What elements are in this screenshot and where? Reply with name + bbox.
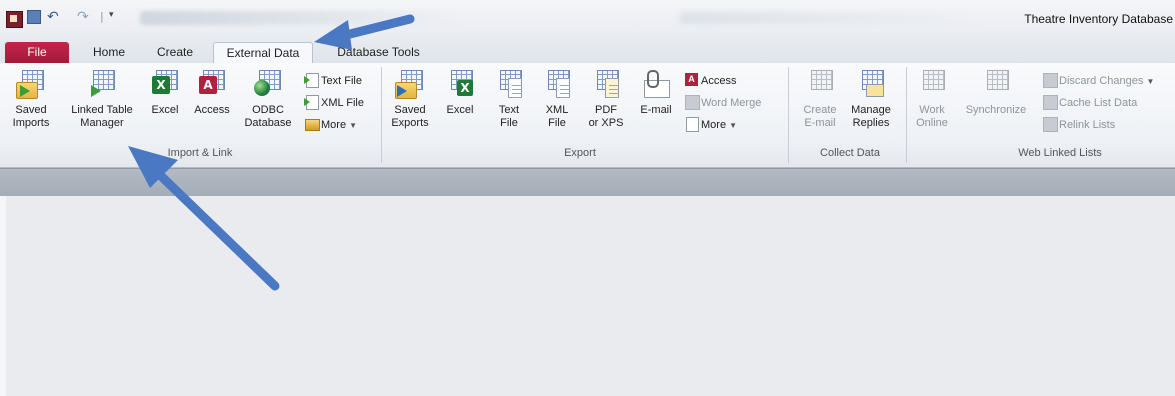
linked-table-manager-button[interactable]: Linked Table Manager (60, 70, 144, 130)
word-merge-button[interactable]: Word Merge (684, 94, 761, 112)
cache-list-data-label: Cache List Data (1059, 97, 1138, 109)
import-text-file-button[interactable]: Text File (304, 72, 362, 90)
relink-lists-icon (1042, 117, 1058, 132)
workspace-area (0, 196, 1175, 396)
tab-home[interactable]: Home (80, 42, 138, 63)
workspace-left-edge (0, 196, 6, 396)
import-text-file-label: Text File (321, 75, 362, 87)
export-pdf-xps-button[interactable]: PDF or XPS (584, 70, 628, 130)
import-more-button[interactable]: More ▼ (304, 116, 357, 134)
saved-imports-label-1: Saved (15, 104, 47, 116)
create-email-button[interactable]: Create E-mail (798, 70, 842, 130)
linked-table-manager-label-1: Linked Table (71, 104, 133, 116)
import-xml-file-label: XML File (321, 97, 364, 109)
discard-changes-button[interactable]: Discard Changes ▼ (1042, 72, 1154, 90)
tab-create[interactable]: Create (146, 42, 204, 63)
chevron-down-icon: ▼ (729, 121, 738, 130)
synchronize-label: Synchronize (965, 104, 1027, 116)
saved-imports-label-2: Imports (12, 117, 50, 129)
discard-changes-icon (1042, 73, 1058, 88)
manage-replies-button[interactable]: Manage Replies (846, 70, 896, 130)
odbc-database-button[interactable]: ODBC Database (240, 70, 296, 130)
access-icon: A (684, 73, 699, 87)
discard-changes-label: Discard Changes (1059, 75, 1144, 87)
saved-exports-label-2: Exports (391, 117, 429, 129)
customize-qat-icon[interactable]: ▾ (109, 10, 123, 24)
cache-list-data-button[interactable]: Cache List Data (1042, 94, 1137, 112)
more-icon (304, 117, 320, 131)
create-email-label-2: E-mail (804, 117, 836, 129)
work-online-label-1: Work (919, 104, 945, 116)
export-pdf-label-1: PDF (595, 104, 617, 116)
xml-file-icon (304, 95, 319, 110)
import-excel-label: Excel (151, 104, 179, 116)
group-label-collect-data: Collect Data (820, 147, 880, 159)
import-more-label: More (321, 119, 347, 131)
import-excel-button[interactable]: X Excel (146, 70, 184, 117)
work-online-label-2: Online (916, 117, 948, 129)
group-divider (381, 67, 382, 163)
cache-list-data-icon (1042, 95, 1058, 110)
linked-table-manager-label-2: Manager (80, 117, 124, 129)
chevron-down-icon: ▼ (1146, 77, 1155, 86)
saved-exports-button[interactable]: Saved Exports (388, 70, 432, 130)
group-label-import-link: Import & Link (167, 147, 233, 159)
export-xml-file-button[interactable]: XML File (538, 70, 576, 130)
relink-lists-button[interactable]: Relink Lists (1042, 116, 1115, 134)
export-text-label-1: Text (498, 104, 520, 116)
ribbon: Saved Imports Linked Table Manager X Exc… (0, 63, 1175, 168)
odbc-label-2: Database (244, 117, 292, 129)
relink-lists-label: Relink Lists (1059, 119, 1116, 131)
group-label-web-linked-lists: Web Linked Lists (1018, 147, 1102, 159)
saved-exports-label-1: Saved (394, 104, 426, 116)
import-xml-file-button[interactable]: XML File (304, 94, 364, 112)
export-xml-label-1: XML (545, 104, 569, 116)
export-text-label-2: File (500, 117, 518, 129)
manage-replies-label-1: Manage (851, 104, 891, 116)
message-bar-strip (0, 168, 1175, 197)
create-email-label-1: Create (803, 104, 837, 116)
tab-database-tools[interactable]: Database Tools (326, 42, 431, 63)
blurred-title-region (680, 12, 980, 24)
import-access-label: Access (194, 104, 230, 116)
group-divider (906, 67, 907, 163)
word-merge-icon (684, 95, 700, 110)
export-more-label: More (701, 119, 727, 131)
word-merge-label: Word Merge (701, 97, 762, 109)
export-more-button[interactable]: More ▼ (684, 116, 737, 134)
export-email-button[interactable]: E-mail (634, 70, 678, 117)
export-xml-label-2: File (548, 117, 566, 129)
export-access-label: Access (701, 75, 737, 87)
export-email-label: E-mail (640, 104, 672, 116)
redo-icon[interactable]: ↷ (77, 10, 91, 24)
work-online-button[interactable]: Work Online (912, 70, 952, 130)
manage-replies-label-2: Replies (852, 117, 890, 129)
import-access-button[interactable]: A Access (190, 70, 234, 117)
saved-imports-button[interactable]: Saved Imports (8, 70, 54, 130)
access-app-icon[interactable] (6, 11, 23, 28)
export-access-button[interactable]: A Access (684, 72, 736, 90)
ribbon-tab-row: File Home Create External Data Database … (0, 38, 1175, 64)
odbc-label-1: ODBC (252, 104, 284, 116)
title-bar: ↶ ↷ | ▾ Theatre Inventory Database (0, 0, 1175, 38)
export-text-file-button[interactable]: Text File (490, 70, 528, 130)
synchronize-button[interactable]: Synchronize (958, 70, 1034, 117)
tab-external-data[interactable]: External Data (213, 42, 313, 64)
more-icon (684, 117, 699, 132)
export-excel-label: Excel (446, 104, 474, 116)
text-file-icon (304, 73, 319, 88)
group-label-export: Export (564, 147, 596, 159)
export-excel-button[interactable]: X Excel (440, 70, 480, 117)
undo-icon[interactable]: ↶ (47, 10, 61, 24)
export-pdf-label-2: or XPS (588, 117, 624, 129)
tab-file[interactable]: File (5, 42, 69, 63)
chevron-down-icon: ▼ (349, 121, 358, 130)
window-title: Theatre Inventory Database (1024, 12, 1173, 26)
group-divider (788, 67, 789, 163)
save-icon[interactable] (27, 10, 41, 24)
blurred-document-title (140, 11, 460, 25)
